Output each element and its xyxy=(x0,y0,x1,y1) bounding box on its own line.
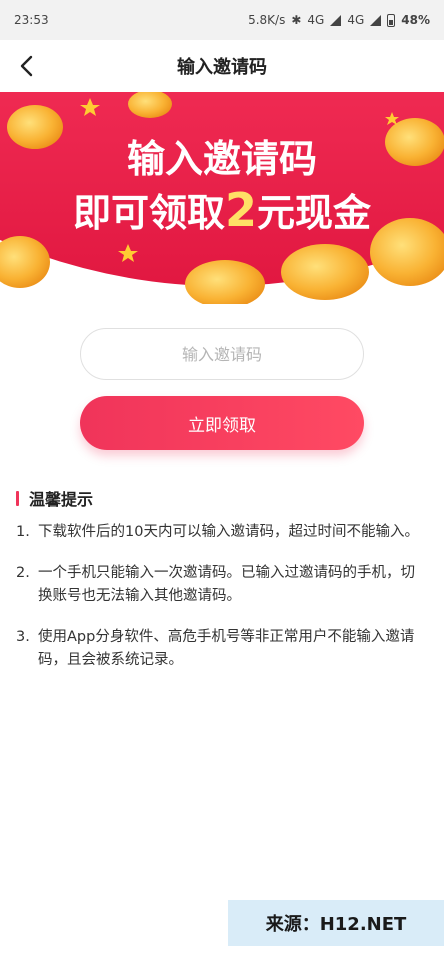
chevron-left-icon xyxy=(20,55,33,77)
page-title: 输入邀请码 xyxy=(177,57,267,78)
banner-subline-suffix: 元现金 xyxy=(257,191,372,235)
banner-subline: 即可领取2元现金 xyxy=(73,183,372,237)
network-speed: 5.8K/s xyxy=(248,13,286,27)
promo-banner: 输入邀请码 即可领取2元现金 xyxy=(0,92,444,304)
battery-icon xyxy=(387,13,396,27)
banner-amount: 2 xyxy=(225,183,257,237)
source-watermark: 来源：H12.NET xyxy=(228,900,444,946)
tips-title: 温馨提示 xyxy=(29,490,94,509)
tip-number: 1. xyxy=(16,524,30,540)
tips-list: 1. 下载软件后的10天内可以输入邀请码，超过时间不能输入。 2. 一个手机只能… xyxy=(16,521,436,690)
tip-number: 3. xyxy=(16,629,30,645)
back-button[interactable] xyxy=(10,50,42,82)
banner-subline-prefix: 即可领取 xyxy=(73,191,225,235)
tip-text: 下载软件后的10天内可以输入邀请码，超过时间不能输入。 xyxy=(38,524,419,540)
tip-text: 使用App分身软件、高危手机号等非正常用户不能输入邀请码，且会被系统记录。 xyxy=(38,629,415,668)
tip-number: 2. xyxy=(16,565,30,581)
tips-accent-bar xyxy=(16,490,19,506)
signal-icon xyxy=(330,14,342,26)
status-time: 23:53 xyxy=(14,13,49,27)
network-type-2: 4G xyxy=(347,13,365,27)
tips-heading: 温馨提示 xyxy=(16,487,93,509)
claim-button[interactable]: 立即领取 xyxy=(80,396,364,450)
tip-text: 一个手机只能输入一次邀请码。已输入过邀请码的手机，切换账号也无法输入其他邀请码。 xyxy=(38,565,415,604)
network-type-1: 4G xyxy=(307,13,325,27)
invite-code-input[interactable] xyxy=(81,343,363,365)
banner-headline: 输入邀请码 xyxy=(127,137,317,181)
signal-icon-2 xyxy=(370,14,382,26)
invite-code-field[interactable] xyxy=(80,328,364,380)
bluetooth-icon: ✱ xyxy=(291,13,302,27)
navigation-bar: 输入邀请码 xyxy=(0,40,444,92)
list-item: 3. 使用App分身软件、高危手机号等非正常用户不能输入邀请码，且会被系统记录。 xyxy=(16,626,436,672)
battery-level: 48% xyxy=(401,13,430,27)
list-item: 1. 下载软件后的10天内可以输入邀请码，超过时间不能输入。 xyxy=(16,521,436,544)
status-icons: 5.8K/s ✱ 4G 4G 48% xyxy=(248,13,430,27)
list-item: 2. 一个手机只能输入一次邀请码。已输入过邀请码的手机，切换账号也无法输入其他邀… xyxy=(16,562,436,608)
status-bar: 23:53 5.8K/s ✱ 4G 4G 48% xyxy=(0,0,444,40)
